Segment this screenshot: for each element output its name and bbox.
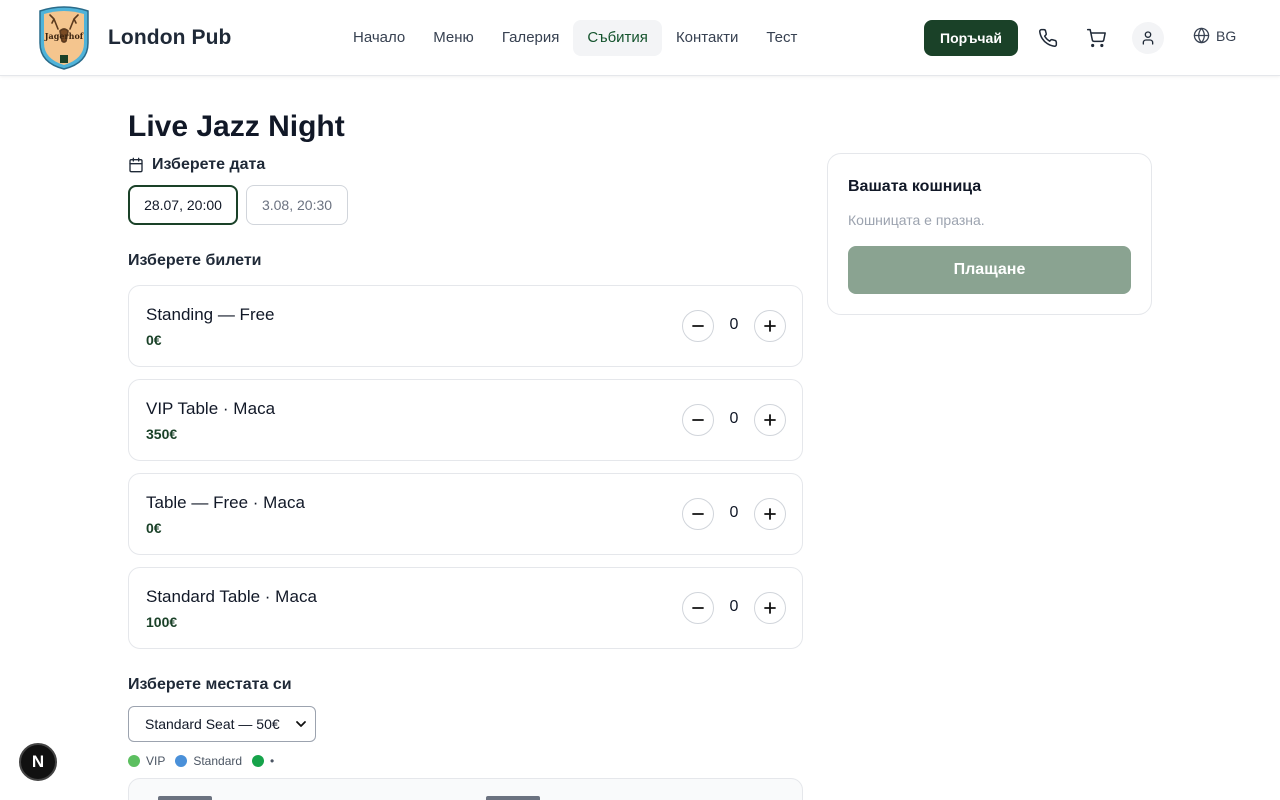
increase-button[interactable]: [754, 310, 786, 342]
nav-item-contacts[interactable]: Контакти: [662, 20, 752, 56]
ticket-quantity: 0: [729, 410, 739, 427]
ticket-price: 350€: [146, 426, 178, 442]
tickets-section-label: Изберете билети: [128, 252, 262, 269]
decrease-button[interactable]: [682, 404, 714, 436]
main-nav: Начало Меню Галерия Събития Контакти Тес…: [339, 20, 811, 56]
seat-map-stage: [486, 796, 540, 800]
seat-type-select[interactable]: Standard Seat — 50€: [128, 706, 316, 742]
user-icon: [1142, 31, 1154, 45]
nav-item-test[interactable]: Тест: [752, 20, 811, 56]
minus-icon: [692, 607, 704, 609]
cart-panel: Вашата кошница Кошницата е празна. Плаща…: [827, 153, 1152, 315]
cart-empty-message: Кошницата е празна.: [848, 212, 985, 228]
legend-item: VIP: [128, 754, 165, 768]
ticket-price: 100€: [146, 614, 178, 630]
ticket-quantity: 0: [729, 504, 739, 521]
checkout-button[interactable]: Плащане: [848, 246, 1131, 294]
increase-button[interactable]: [754, 404, 786, 436]
nav-item-events[interactable]: Събития: [573, 20, 662, 56]
svg-text:Jagerhof: Jagerhof: [44, 31, 84, 41]
cart-icon: [1086, 28, 1106, 48]
chevron-down-icon: [296, 721, 306, 727]
decrease-button[interactable]: [682, 310, 714, 342]
ticket-name: Standard Table · Маса: [146, 587, 317, 606]
decrease-button[interactable]: [682, 592, 714, 624]
nav-item-gallery[interactable]: Галерия: [488, 20, 574, 56]
legend-dot: [175, 755, 188, 767]
plus-icon: [764, 320, 776, 332]
increase-button[interactable]: [754, 592, 786, 624]
phone-button[interactable]: [1032, 22, 1064, 54]
minus-icon: [692, 419, 704, 421]
nav-item-home[interactable]: Начало: [339, 20, 419, 56]
calendar-icon: [129, 157, 143, 173]
seat-type-value: Standard Seat — 50€: [145, 716, 280, 732]
seats-section-label: Изберете местата си: [128, 676, 292, 693]
nav-item-menu[interactable]: Меню: [419, 20, 488, 56]
legend-item: •: [252, 754, 274, 768]
order-button[interactable]: Поръчай: [924, 20, 1018, 56]
date-option-2[interactable]: 3.08, 20:30: [246, 185, 348, 225]
seat-legend: VIP Standard •: [128, 754, 274, 768]
legend-dot: [252, 755, 265, 767]
date-section-label: Изберете дата: [128, 156, 265, 174]
plus-icon: [764, 602, 776, 614]
cart-title: Вашата кошница: [848, 178, 982, 195]
seat-map-stage: [158, 796, 212, 800]
phone-icon: [1039, 28, 1058, 47]
increase-button[interactable]: [754, 498, 786, 530]
event-title: Live Jazz Night: [128, 110, 345, 143]
legend-item: Standard: [175, 754, 242, 768]
plus-icon: [764, 508, 776, 520]
language-switcher[interactable]: BG: [1193, 27, 1236, 44]
ticket-card: VIP Table · Маса 350€ 0: [128, 379, 803, 461]
seat-map: [128, 778, 803, 800]
ticket-price: 0€: [146, 332, 162, 348]
ticket-name: VIP Table · Маса: [146, 399, 276, 418]
ticket-card: Standing — Free 0€ 0: [128, 285, 803, 367]
brand-name[interactable]: London Pub: [108, 26, 231, 50]
legend-dot: [128, 755, 140, 767]
ticket-quantity: 0: [729, 316, 739, 333]
cart-button[interactable]: [1080, 22, 1112, 54]
top-header: Jagerhof London Pub Начало Меню Галерия …: [0, 0, 1280, 76]
minus-icon: [692, 513, 704, 515]
dev-badge[interactable]: N: [19, 743, 57, 781]
ticket-price: 0€: [146, 520, 162, 536]
ticket-quantity: 0: [729, 598, 739, 615]
ticket-name: Table — Free · Маса: [146, 493, 305, 512]
pub-logo[interactable]: Jagerhof: [36, 5, 92, 71]
ticket-name: Standing — Free: [146, 305, 275, 324]
globe-icon: [1193, 27, 1210, 44]
ticket-card: Standard Table · Маса 100€ 0: [128, 567, 803, 649]
date-option-1[interactable]: 28.07, 20:00: [128, 185, 238, 225]
plus-icon: [764, 414, 776, 426]
account-button[interactable]: [1132, 22, 1164, 54]
decrease-button[interactable]: [682, 498, 714, 530]
ticket-card: Table — Free · Маса 0€ 0: [128, 473, 803, 555]
minus-icon: [692, 325, 704, 327]
language-code: BG: [1216, 27, 1237, 44]
